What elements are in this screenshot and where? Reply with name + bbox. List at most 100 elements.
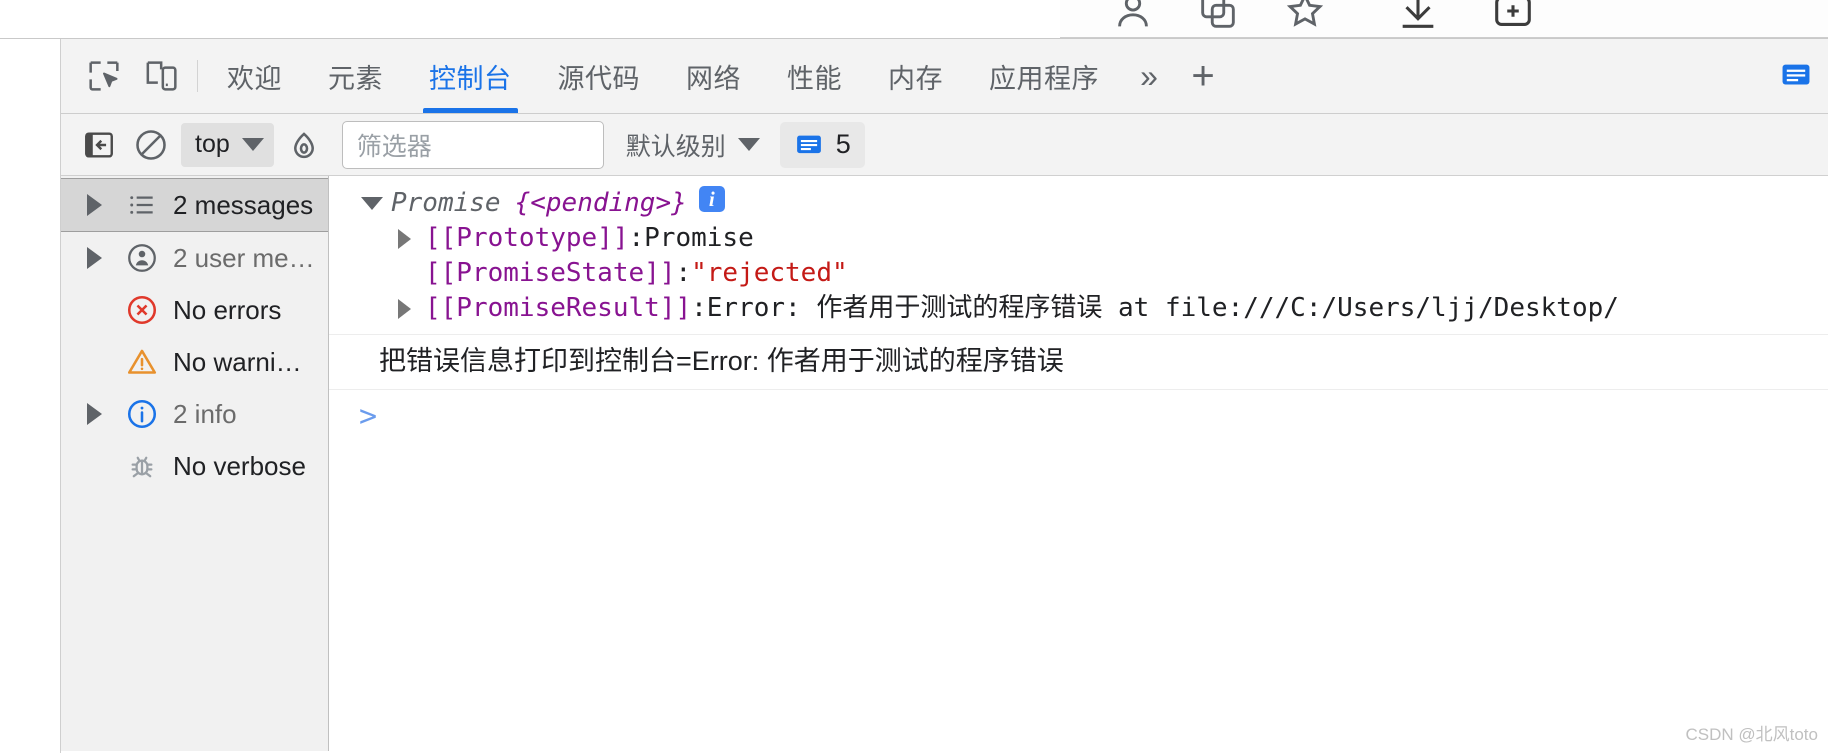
promise-result-row[interactable]: [[PromiseResult]] : Error: 作者用于测试的程序错误 a… xyxy=(329,291,1828,326)
console-log-message: 把错误信息打印到控制台=Error: 作者用于测试的程序错误 xyxy=(329,335,1828,390)
more-tabs-label: » xyxy=(1140,57,1158,94)
add-panel-label: + xyxy=(1191,53,1215,98)
sidebar-item-warnings[interactable]: No warni… xyxy=(61,336,328,388)
console-rows: Promise {<pending>} i [[Prototype]] : Pr… xyxy=(329,176,1828,444)
tab-memory[interactable]: 内存 xyxy=(865,39,966,113)
sidebar-item-warnings-label: No warni… xyxy=(173,346,302,377)
chevron-down-icon xyxy=(241,138,264,151)
tab-sources-label: 源代码 xyxy=(557,63,640,94)
list-icon xyxy=(117,189,167,221)
sidebar-item-user-messages-label: 2 user me… xyxy=(173,242,315,273)
expand-arrow-icon[interactable] xyxy=(391,291,417,326)
console-body: 2 messages 2 user me… No errors No warni… xyxy=(61,176,1828,751)
expand-arrow-icon[interactable] xyxy=(391,221,417,256)
prototype-key: [[Prototype]] xyxy=(425,223,629,253)
log-level-label: 默认级别 xyxy=(625,132,726,161)
sidebar-item-info-label: 2 info xyxy=(173,398,237,429)
tab-memory-label: 内存 xyxy=(888,63,943,94)
message-icon xyxy=(796,135,821,153)
show-console-sidebar-icon[interactable] xyxy=(73,119,125,171)
console-prompt[interactable]: > xyxy=(329,390,1828,444)
warning-icon xyxy=(117,345,167,379)
device-toolbar-icon[interactable] xyxy=(133,47,191,105)
bookmark-star-icon[interactable] xyxy=(1282,0,1328,34)
sidebar-item-messages-label: 2 messages xyxy=(173,189,314,220)
prototype-value: Promise xyxy=(644,223,754,253)
live-expression-icon[interactable] xyxy=(278,119,330,171)
clear-console-icon[interactable] xyxy=(125,119,177,171)
console-sidebar: 2 messages 2 user me… No errors No warni… xyxy=(61,176,329,751)
tab-application-label: 应用程序 xyxy=(989,63,1099,94)
devtools-panel: 欢迎 元素 控制台 源代码 网络 性能 内存 应用程序 » + top 筛选器 … xyxy=(60,39,1828,753)
chevron-down-icon xyxy=(737,138,760,151)
sidebar-item-errors-label: No errors xyxy=(173,294,282,325)
filter-input[interactable]: 筛选器 xyxy=(341,120,604,169)
tabbar-divider xyxy=(197,60,198,92)
devtools-screenshot: 欢迎 元素 控制台 源代码 网络 性能 内存 应用程序 » + top 筛选器 … xyxy=(0,0,1828,753)
tab-console-label: 控制台 xyxy=(429,63,512,94)
console-output: Promise {<pending>} i [[Prototype]] : Pr… xyxy=(329,176,1828,751)
promise-header-line[interactable]: Promise {<pending>} i xyxy=(329,186,1828,221)
sidebar-item-info[interactable]: 2 info xyxy=(61,388,328,440)
extensions-icon[interactable] xyxy=(1195,0,1241,34)
tab-console[interactable]: 控制台 xyxy=(406,39,535,113)
filter-placeholder: 筛选器 xyxy=(356,132,432,161)
log-level-select[interactable]: 默认级别 xyxy=(620,127,766,163)
tab-network[interactable]: 网络 xyxy=(663,39,764,113)
message-count-button[interactable]: 5 xyxy=(779,121,865,168)
promise-state-row: [[PromiseState]] : "rejected" xyxy=(329,256,1828,291)
tab-performance-label: 性能 xyxy=(787,63,842,94)
arrow-placeholder xyxy=(391,256,417,291)
prototype-row[interactable]: [[Prototype]] : Promise xyxy=(329,221,1828,256)
sidebar-item-user-messages[interactable]: 2 user me… xyxy=(61,232,328,284)
console-log-message-text: 把错误信息打印到控制台=Error: 作者用于测试的程序错误 xyxy=(379,346,1064,376)
watermark: CSDN @北风toto xyxy=(1685,720,1818,745)
tab-application[interactable]: 应用程序 xyxy=(966,39,1122,113)
sidebar-item-verbose-label: No verbose xyxy=(173,450,306,481)
tab-performance[interactable]: 性能 xyxy=(764,39,865,113)
add-panel-icon[interactable]: + xyxy=(1176,47,1230,105)
tab-sources[interactable]: 源代码 xyxy=(535,39,664,113)
tab-elements-label: 元素 xyxy=(328,63,383,94)
downloads-icon[interactable] xyxy=(1395,0,1441,34)
watermark-text: CSDN @北风toto xyxy=(1685,725,1818,744)
promise-result-key: [[PromiseResult]] xyxy=(425,293,692,323)
promise-result-value: Error: 作者用于测试的程序错误 at file:///C:/Users/l… xyxy=(706,293,1619,323)
user-message-icon xyxy=(117,241,167,275)
collapse-arrow-icon[interactable] xyxy=(359,186,385,221)
execution-context-select[interactable]: top xyxy=(181,122,274,167)
tab-welcome-label: 欢迎 xyxy=(227,63,282,94)
browser-toolbar-strip xyxy=(0,0,1828,39)
prototype-separator: : xyxy=(628,223,645,253)
inspect-element-icon[interactable] xyxy=(75,47,133,105)
prompt-caret-icon: > xyxy=(359,399,378,434)
expand-arrow-icon[interactable] xyxy=(87,403,117,425)
expand-arrow-icon[interactable] xyxy=(87,247,117,269)
promise-state-preview: {<pending>} xyxy=(514,188,687,218)
sidebar-item-errors[interactable]: No errors xyxy=(61,284,328,336)
account-icon[interactable] xyxy=(1110,0,1156,34)
info-icon xyxy=(117,397,167,431)
browser-toolbar-inner xyxy=(1060,0,1828,38)
console-message-icon[interactable] xyxy=(1770,50,1822,102)
execution-context-label: top xyxy=(195,130,230,158)
devtools-tabbar: 欢迎 元素 控制台 源代码 网络 性能 内存 应用程序 » + xyxy=(61,39,1828,114)
expand-arrow-icon[interactable] xyxy=(87,194,117,216)
tab-network-label: 网络 xyxy=(686,63,741,94)
sidebar-item-verbose[interactable]: No verbose xyxy=(61,440,328,492)
tabbar-right-actions xyxy=(1770,39,1828,113)
verbose-bug-icon xyxy=(117,449,167,483)
info-badge-icon[interactable]: i xyxy=(698,186,725,212)
tab-elements[interactable]: 元素 xyxy=(305,39,406,113)
add-tab-icon[interactable] xyxy=(1490,0,1536,34)
promise-object-label: Promise xyxy=(391,188,501,218)
message-count-value: 5 xyxy=(835,129,851,159)
more-tabs-chevron-icon[interactable]: » xyxy=(1122,47,1176,105)
console-promise-entry[interactable]: Promise {<pending>} i [[Prototype]] : Pr… xyxy=(329,176,1828,335)
promise-result-separator: : xyxy=(691,293,707,323)
error-icon xyxy=(117,293,167,327)
promise-state-value: "rejected" xyxy=(691,258,848,288)
tab-welcome[interactable]: 欢迎 xyxy=(204,39,305,113)
promise-state-key: [[PromiseState]] xyxy=(425,258,676,288)
sidebar-item-messages[interactable]: 2 messages xyxy=(61,178,328,232)
